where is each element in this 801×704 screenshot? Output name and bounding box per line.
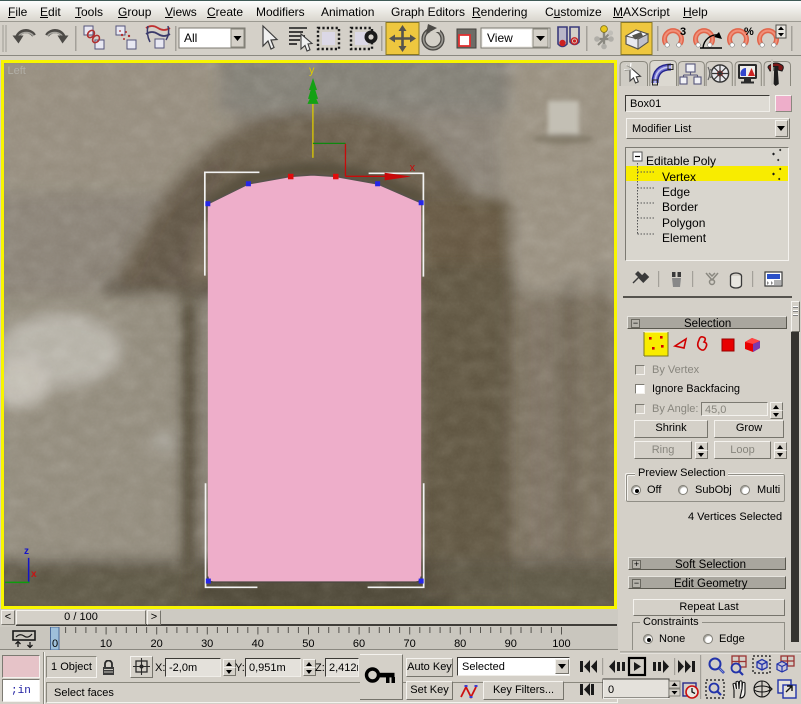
svg-text:%: % bbox=[744, 26, 754, 38]
svg-text:All: All bbox=[184, 31, 197, 45]
svg-text:10: 10 bbox=[100, 638, 112, 650]
svg-text:View: View bbox=[487, 31, 513, 45]
svg-text:0: 0 bbox=[608, 684, 614, 696]
svg-text:30: 30 bbox=[201, 638, 213, 650]
svg-text:40: 40 bbox=[252, 638, 264, 650]
svg-text:80: 80 bbox=[454, 638, 466, 650]
svg-text:Left: Left bbox=[8, 65, 26, 77]
svg-text:z: z bbox=[24, 546, 29, 557]
svg-text:20: 20 bbox=[150, 638, 162, 650]
svg-text:60: 60 bbox=[353, 638, 365, 650]
svg-text:y: y bbox=[309, 64, 315, 76]
svg-text:x: x bbox=[31, 569, 37, 580]
svg-text:3: 3 bbox=[680, 26, 686, 38]
svg-text:100: 100 bbox=[552, 638, 570, 650]
svg-text:50: 50 bbox=[302, 638, 314, 650]
svg-text:70: 70 bbox=[403, 638, 415, 650]
svg-text:x: x bbox=[410, 162, 416, 174]
svg-text:0: 0 bbox=[52, 638, 58, 650]
svg-text:90: 90 bbox=[505, 638, 517, 650]
